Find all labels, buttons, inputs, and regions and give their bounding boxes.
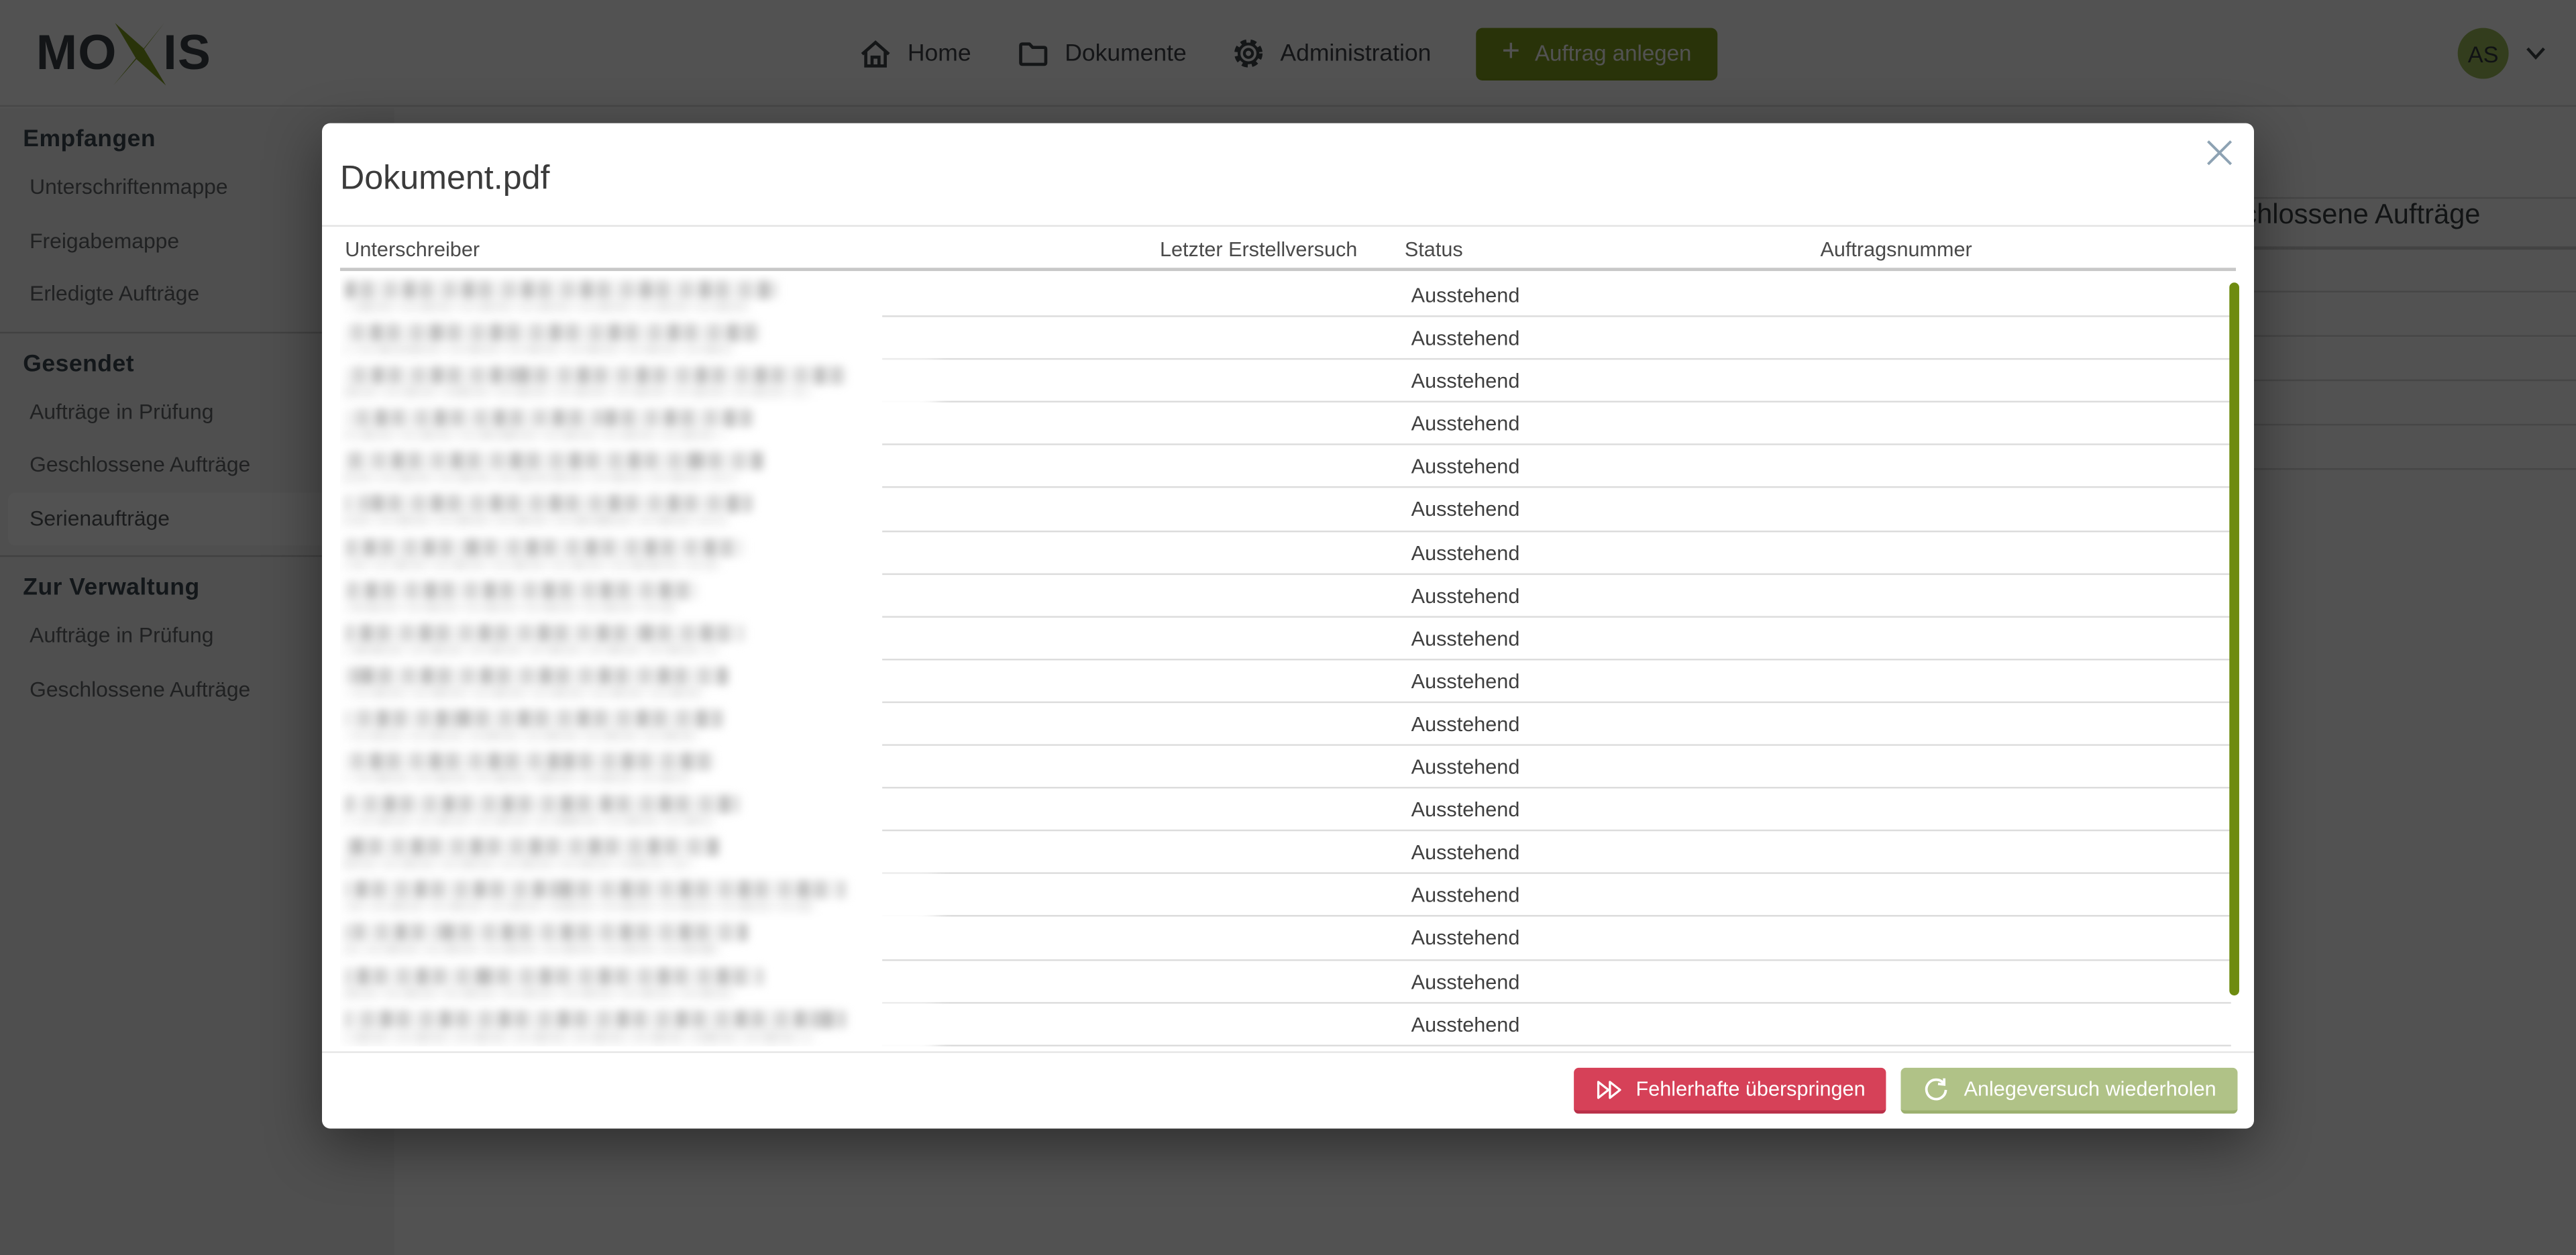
table-row: Ausstehend xyxy=(340,746,2236,789)
anlegeversuch-wiederholen-button[interactable]: Anlegeversuch wiederholen xyxy=(1902,1068,2238,1114)
modal-table-body: Ausstehend Ausstehend Ausstehend Aussteh… xyxy=(340,274,2236,1046)
table-row: Ausstehend xyxy=(340,446,2236,489)
table-row: Ausstehend xyxy=(340,703,2236,746)
modal-footer: Fehlerhafte überspringen Anlegeversuch w… xyxy=(1573,1068,2237,1114)
signer-name-redacted xyxy=(345,963,763,1001)
status-cell: Ausstehend xyxy=(1411,403,1520,446)
button-label: Fehlerhafte überspringen xyxy=(1636,1078,1866,1101)
table-row: Ausstehend xyxy=(340,317,2236,360)
status-cell: Ausstehend xyxy=(1411,789,1520,832)
divider xyxy=(322,1051,2254,1052)
app: MO IS Home Dokumente xyxy=(0,0,2576,1255)
column-header-letzter-erstellversuch: Letzter Erstellversuch xyxy=(1160,238,1357,261)
signer-name-redacted xyxy=(345,706,722,744)
table-row: Ausstehend xyxy=(340,875,2236,918)
table-row: Ausstehend xyxy=(340,918,2236,961)
signer-name-redacted xyxy=(345,620,744,658)
status-cell: Ausstehend xyxy=(1411,446,1520,489)
refresh-icon xyxy=(1923,1075,1951,1103)
table-row: Ausstehend xyxy=(340,789,2236,832)
status-cell: Ausstehend xyxy=(1411,488,1520,531)
status-cell: Ausstehend xyxy=(1411,317,1520,360)
status-cell: Ausstehend xyxy=(1411,1003,1520,1046)
signer-name-redacted xyxy=(345,878,846,916)
table-row: Ausstehend xyxy=(340,660,2236,703)
status-cell: Ausstehend xyxy=(1411,832,1520,875)
table-row: Ausstehend xyxy=(340,274,2236,317)
status-cell: Ausstehend xyxy=(1411,960,1520,1003)
close-icon[interactable] xyxy=(2202,136,2238,172)
signer-name-redacted xyxy=(345,1006,846,1044)
status-cell: Ausstehend xyxy=(1411,703,1520,746)
skip-forward-icon xyxy=(1595,1077,1623,1101)
signer-name-redacted xyxy=(345,449,763,486)
status-cell: Ausstehend xyxy=(1411,660,1520,703)
table-row: Ausstehend xyxy=(340,1003,2236,1046)
column-header-unterschreiber: Unterschreiber xyxy=(345,238,480,261)
status-cell: Ausstehend xyxy=(1411,617,1520,660)
table-row: Ausstehend xyxy=(340,488,2236,531)
status-cell: Ausstehend xyxy=(1411,274,1520,317)
signer-name-redacted xyxy=(345,792,739,830)
status-cell: Ausstehend xyxy=(1411,746,1520,789)
signer-name-redacted xyxy=(345,749,714,787)
signer-name-redacted xyxy=(345,364,846,401)
status-cell: Ausstehend xyxy=(1411,360,1520,403)
table-row: Ausstehend xyxy=(340,617,2236,660)
table-row: Ausstehend xyxy=(340,832,2236,875)
signer-name-redacted xyxy=(345,835,719,873)
signer-name-redacted xyxy=(345,492,752,529)
status-cell: Ausstehend xyxy=(1411,574,1520,617)
signer-name-redacted xyxy=(345,535,744,572)
table-row: Ausstehend xyxy=(340,960,2236,1003)
table-row: Ausstehend xyxy=(340,531,2236,574)
column-header-auftragsnummer: Auftragsnummer xyxy=(1820,238,1972,261)
signer-name-redacted xyxy=(345,578,698,615)
fehlerhafte-ueberspringen-button[interactable]: Fehlerhafte überspringen xyxy=(1573,1068,1886,1114)
signer-name-redacted xyxy=(345,406,752,444)
button-label: Anlegeversuch wiederholen xyxy=(1964,1078,2216,1101)
status-cell: Ausstehend xyxy=(1411,918,1520,961)
status-cell: Ausstehend xyxy=(1411,875,1520,918)
table-row: Ausstehend xyxy=(340,574,2236,617)
signer-name-redacted xyxy=(345,920,747,958)
modal-dokument-pdf: Dokument.pdf Unterschreiber Letzter Erst… xyxy=(322,123,2254,1129)
table-row: Ausstehend xyxy=(340,403,2236,446)
scrollbar-thumb[interactable] xyxy=(2229,282,2239,995)
signer-name-redacted xyxy=(345,663,728,701)
table-header: Unterschreiber Letzter Erstellversuch St… xyxy=(340,227,2236,271)
signer-name-redacted xyxy=(345,278,777,315)
modal-title: Dokument.pdf xyxy=(340,160,550,199)
table-row: Ausstehend xyxy=(340,360,2236,403)
signer-name-redacted xyxy=(345,321,761,358)
column-header-status: Status xyxy=(1405,238,1463,261)
status-cell: Ausstehend xyxy=(1411,531,1520,574)
